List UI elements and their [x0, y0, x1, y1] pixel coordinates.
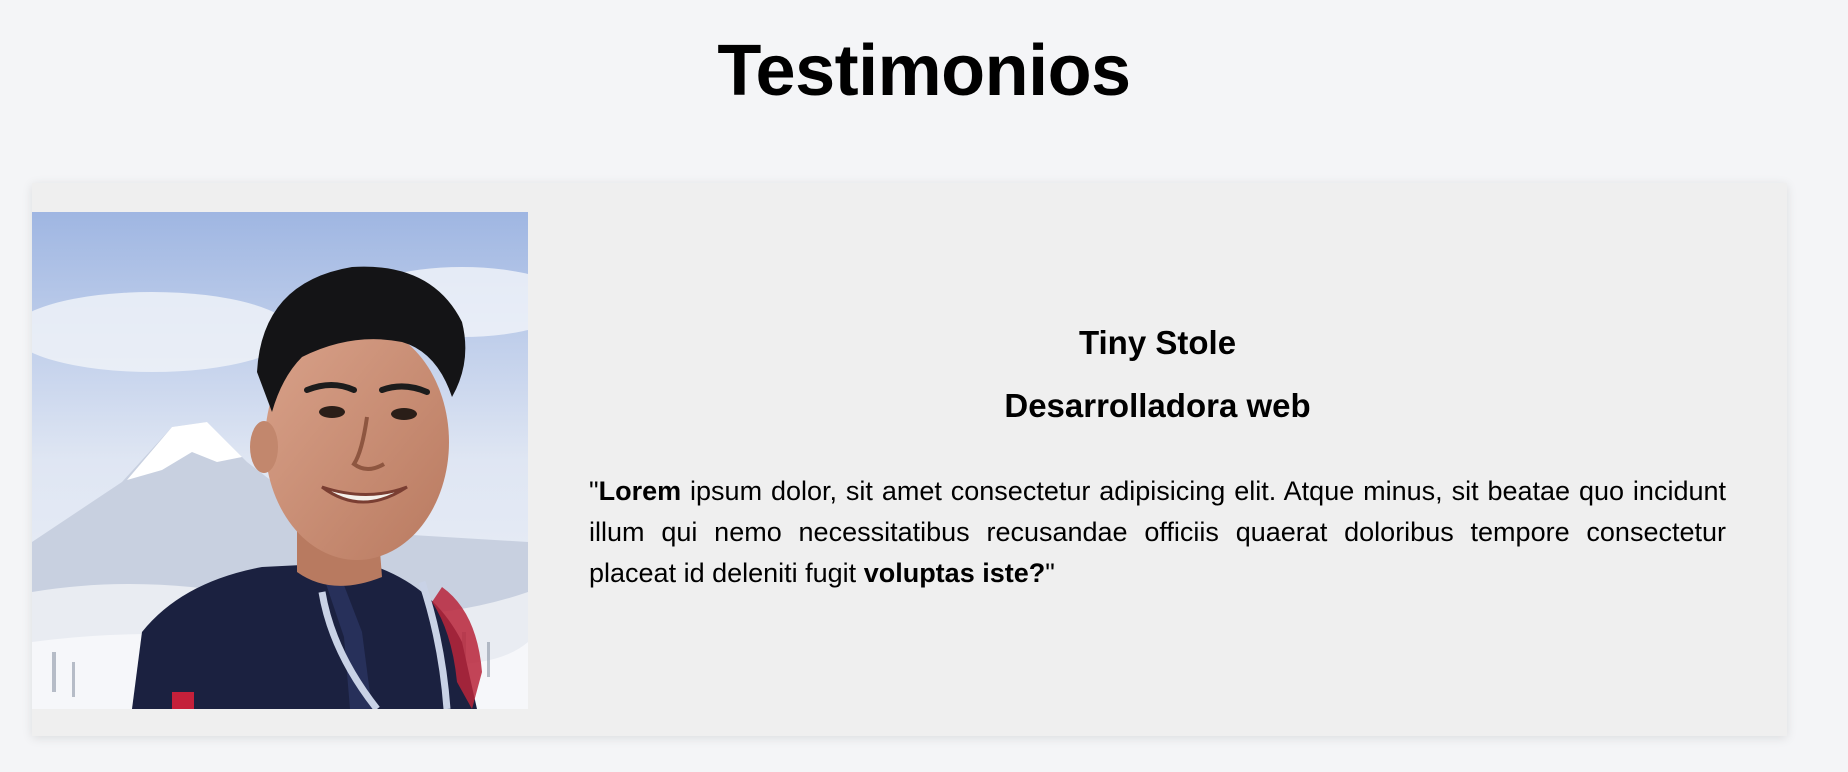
- quote-tail-bold: voluptas iste?: [863, 558, 1046, 588]
- author-name: Tiny Stole: [1078, 324, 1237, 361]
- quote-body: ipsum dolor, sit amet consectetur adipis…: [589, 476, 1726, 588]
- testimonial-content: Tiny Stole Desarrolladora web "Lorem ips…: [589, 183, 1726, 736]
- testimonial-photo: [32, 212, 528, 709]
- testimonial-quote: "Lorem ipsum dolor, sit amet consectetur…: [589, 471, 1726, 594]
- testimonials-page: Testimonios Tiny Stole Desarrolladora we…: [0, 0, 1848, 772]
- person-photo-icon: [32, 212, 528, 709]
- page-title: Testimonios: [717, 31, 1131, 111]
- author-role: Desarrolladora web: [1004, 387, 1311, 424]
- testimonial-card: Tiny Stole Desarrolladora web "Lorem ips…: [32, 183, 1787, 736]
- quote-close-mark: ": [1045, 558, 1055, 588]
- quote-lead-bold: Lorem: [598, 476, 682, 506]
- quote-open-mark: ": [589, 476, 599, 506]
